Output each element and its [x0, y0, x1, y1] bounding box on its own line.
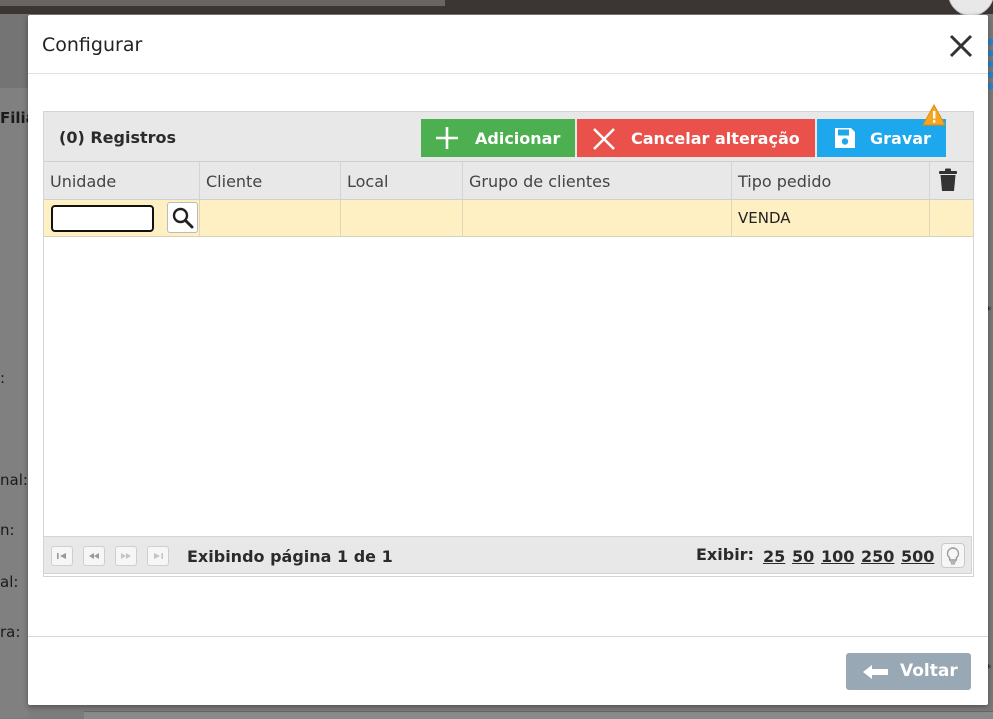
cell-grupo-de-clientes[interactable]	[463, 200, 732, 236]
arrow-left-icon	[863, 665, 888, 679]
column-header-label: Local	[347, 172, 389, 191]
pagination-bar: Exibindo página 1 de 1 Exibir: 25 50 100…	[43, 536, 972, 574]
next-page-icon	[121, 553, 131, 559]
back-button-label: Voltar	[900, 661, 958, 681]
tips-button[interactable]	[941, 543, 965, 568]
cell-local[interactable]	[341, 200, 463, 236]
table-row[interactable]: VENDA	[44, 200, 973, 237]
background-top-bar-segment	[0, 0, 445, 6]
page-size-option[interactable]: 250	[861, 547, 894, 566]
grid-header-row: Unidade Cliente Local Grupo de clientes …	[44, 162, 973, 200]
search-icon	[172, 207, 194, 229]
background-menu-icon	[988, 39, 993, 89]
previous-page-button[interactable]	[83, 546, 105, 566]
last-page-icon	[154, 553, 163, 559]
next-page-button[interactable]	[115, 546, 137, 566]
x-icon	[593, 128, 615, 150]
background-top-bar	[0, 0, 993, 14]
cancel-changes-button[interactable]: Cancelar alteração	[577, 119, 815, 157]
page-size-label: Exibir:	[696, 545, 754, 564]
cell-value: VENDA	[738, 209, 791, 227]
plus-icon	[436, 127, 458, 149]
cell-tipo-pedido[interactable]: VENDA	[732, 200, 930, 236]
unidade-input[interactable]	[51, 205, 154, 232]
dialog-footer: Voltar	[28, 636, 988, 706]
column-header-local[interactable]: Local	[341, 162, 463, 199]
last-page-button[interactable]	[147, 546, 169, 566]
first-page-button[interactable]	[51, 546, 73, 566]
records-count-label: (0) Registros	[59, 128, 177, 147]
cell-cliente[interactable]	[200, 200, 341, 236]
warning-icon	[922, 104, 946, 126]
floppy-disk-icon	[835, 128, 855, 148]
records-grid: (0) Registros Adicionar Cancelar alteraç…	[43, 104, 974, 577]
page-size-option[interactable]: 50	[792, 547, 814, 566]
column-header-label: Tipo pedido	[738, 172, 832, 191]
cell-unidade	[44, 200, 200, 236]
column-header-label: Unidade	[50, 172, 117, 191]
column-header-unidade[interactable]: Unidade	[44, 162, 200, 199]
lightbulb-icon	[946, 547, 960, 565]
unidade-lookup-button[interactable]	[167, 202, 198, 233]
column-header-cliente[interactable]: Cliente	[200, 162, 341, 199]
background-label: ra:	[0, 623, 21, 641]
close-button[interactable]	[946, 31, 976, 61]
dialog-header: Configurar	[28, 15, 988, 74]
background-label: al:	[0, 573, 19, 591]
previous-page-icon	[89, 553, 99, 559]
page-size-option[interactable]: 100	[821, 547, 854, 566]
background-label: :	[0, 369, 6, 387]
column-header-grupo-de-clientes[interactable]: Grupo de clientes	[463, 162, 732, 199]
cell-delete[interactable]	[930, 200, 973, 236]
background-left-band	[0, 14, 28, 88]
first-page-icon	[57, 553, 66, 559]
add-button[interactable]: Adicionar	[421, 119, 575, 157]
column-header-delete[interactable]	[930, 162, 973, 199]
page-size-option[interactable]: 25	[763, 547, 785, 566]
configure-dialog: Configurar (0) Registros Adicionar Cance…	[28, 15, 988, 705]
column-header-tipo-pedido[interactable]: Tipo pedido	[732, 162, 930, 199]
back-button[interactable]: Voltar	[846, 653, 971, 690]
background-label: n:	[0, 521, 15, 539]
page-size-option[interactable]: 500	[901, 547, 934, 566]
trash-icon	[939, 168, 957, 191]
column-header-label: Grupo de clientes	[469, 172, 611, 191]
grid-toolbar: (0) Registros Adicionar Cancelar alteraç…	[44, 104, 973, 162]
close-icon	[949, 34, 973, 58]
dialog-title: Configurar	[42, 34, 143, 56]
page-info: Exibindo página 1 de 1	[187, 547, 393, 566]
background-label: nal:	[0, 471, 28, 489]
save-button-label: Gravar	[870, 129, 931, 148]
background-right-edge	[988, 14, 993, 718]
column-header-label: Cliente	[206, 172, 263, 191]
add-button-label: Adicionar	[475, 129, 561, 148]
cancel-changes-label: Cancelar alteração	[631, 129, 800, 148]
